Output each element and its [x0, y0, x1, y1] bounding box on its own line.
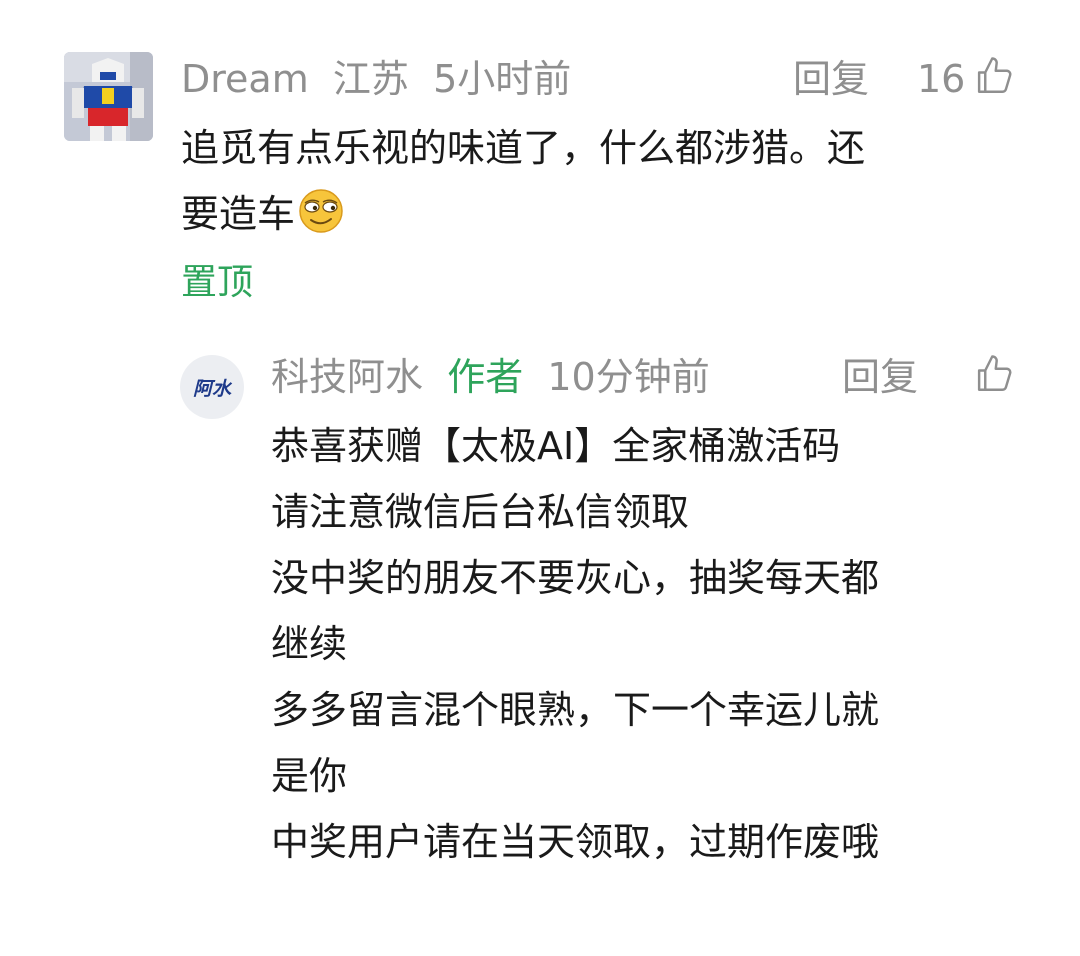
- reply-username[interactable]: 科技阿水: [271, 355, 423, 399]
- smirk-emoji-icon: [299, 189, 343, 233]
- reply-like-button[interactable]: [973, 353, 1015, 399]
- reply-avatar-text: 阿水: [192, 377, 231, 400]
- reply-line: 请注意微信后台私信领取: [271, 490, 690, 534]
- comment-text-line-2: 要造车: [181, 181, 345, 247]
- comment-location: 江苏: [332, 57, 409, 101]
- reply-reply-button[interactable]: 回复: [842, 358, 918, 396]
- author-tag: 作者: [447, 355, 524, 399]
- comment-time: 5小时前: [433, 57, 572, 101]
- reply-line: 继续: [271, 622, 348, 666]
- reply-avatar[interactable]: 阿水: [180, 355, 244, 419]
- reply-time: 10分钟前: [547, 355, 710, 399]
- reply-line: 多多留言混个眼熟，下一个幸运儿就: [271, 688, 880, 732]
- reply-header: 科技阿水 作者 10分钟前: [271, 358, 710, 396]
- reply-text: 恭喜获赠【太极AI】全家桶激活码 请注意微信后台私信领取 没中奖的朋友不要灰心，…: [271, 413, 879, 875]
- comment-text-line-1: 追觅有点乐视的味道了，什么都涉猎。还: [181, 126, 866, 170]
- comment-username[interactable]: Dream: [181, 57, 309, 101]
- gundam-avatar-icon: [64, 52, 153, 141]
- thumbs-up-icon: [977, 57, 1012, 93]
- comment-reply-button[interactable]: 回复: [793, 60, 869, 98]
- comment-like-button[interactable]: [973, 55, 1015, 101]
- comment-like-count: 16: [917, 57, 966, 101]
- thumbs-up-icon: [977, 355, 1012, 391]
- comment-text-line-2-label: 要造车: [181, 192, 296, 236]
- comment-header: Dream 江苏 5小时前: [181, 60, 571, 98]
- pinned-label: 置顶: [181, 262, 254, 303]
- reply-line: 中奖用户请在当天领取，过期作废哦: [271, 820, 880, 864]
- reply-line: 没中奖的朋友不要灰心，抽奖每天都: [271, 556, 880, 600]
- reply-line: 恭喜获赠【太极AI】全家桶激活码: [271, 424, 841, 468]
- commenter-avatar[interactable]: [64, 52, 153, 141]
- reply-line: 是你: [271, 754, 348, 798]
